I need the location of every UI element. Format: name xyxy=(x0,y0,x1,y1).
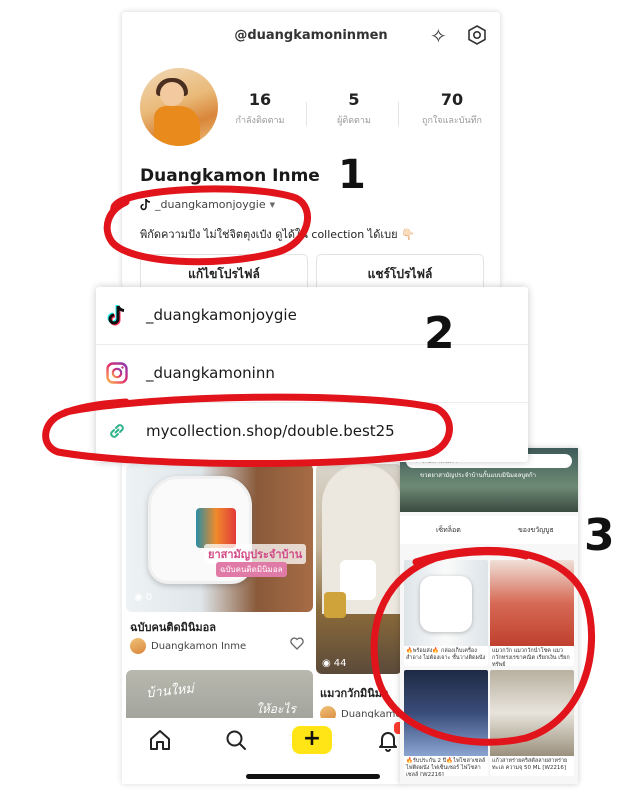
post-card-image[interactable]: ◉ 44 xyxy=(316,464,402,674)
annotation-number-3: 3 xyxy=(584,510,615,561)
annotation-number-2: 2 xyxy=(424,308,455,359)
link-row-tiktok[interactable]: _duangkamonjoygie xyxy=(96,287,528,345)
post-title[interactable]: ฉบับคนติดมินิมอล xyxy=(130,618,216,636)
shop-tab[interactable]: ของขวัญบูธ xyxy=(518,525,554,536)
link-chain-icon xyxy=(110,424,124,438)
shop-tab[interactable]: เซ็ทล็อต xyxy=(436,525,461,536)
shop-tabs: เซ็ทล็อต ของขวัญบูธ xyxy=(400,516,578,544)
product-card[interactable]: 🔥รับประกัน 2 ปี🔥ไฟโซล่าเซลล์ ไฟติดผนัง ไ… xyxy=(404,670,488,776)
tiktok-handle-label: _duangkamonjoygie xyxy=(155,198,266,211)
link-row-website[interactable]: mycollection.shop/double.best25 xyxy=(96,403,528,461)
sparkle-icon[interactable]: ✧ xyxy=(430,24,447,48)
home-icon[interactable] xyxy=(148,728,172,752)
avatar[interactable] xyxy=(140,68,218,146)
product-image xyxy=(490,670,574,756)
post-title[interactable]: แมวกวักมินิมอ xyxy=(320,684,389,702)
profile-bio: พิกัดความปัง ไม่ใช่จิตตุงเป๋ง ดูได้ใน co… xyxy=(140,228,415,241)
product-image xyxy=(404,670,488,756)
view-count: ◉ 44 xyxy=(322,658,347,669)
share-profile-button[interactable]: แชร์โปรไฟล์ xyxy=(316,254,484,287)
product-card[interactable]: 🔥พร้อมส่ง🔥 กล่องเก็บเครื่องสำอาง ไม่ต้อง… xyxy=(404,560,488,666)
tiktok-icon xyxy=(140,198,151,210)
product-card[interactable]: แก้วสาหร่ายคริสตัลลายสาหร่ายทะเล ความจุ … xyxy=(490,670,574,776)
link-row-instagram[interactable]: _duangkamoninn xyxy=(96,345,528,403)
website-link-text: mycollection.shop/double.best25 xyxy=(146,422,395,440)
profile-name: Duangkamon Inme xyxy=(140,166,320,186)
view-count: ◉ 0 xyxy=(134,592,153,603)
tiktok-link-toggle[interactable]: _duangkamonjoygie ▼ xyxy=(140,198,275,211)
product-title: 🔥พร้อมส่ง🔥 กล่องเก็บเครื่องสำอาง ไม่ต้อง… xyxy=(406,648,486,661)
product-image xyxy=(404,560,488,646)
product-card[interactable]: แมวกวัก แมวกวักนำโชค แมวกวักทรงเรขาคณิต … xyxy=(490,560,574,666)
caret-down-icon: ▼ xyxy=(269,200,275,209)
search-icon[interactable] xyxy=(224,728,248,752)
post-author[interactable]: Duangkamon Inme xyxy=(130,638,246,654)
profile-header-panel: @duangkamoninmen ✧ 16 กำลังติดตาม 5 ผู้ต… xyxy=(122,12,500,287)
instagram-link-text: _duangkamoninn xyxy=(146,364,275,382)
create-post-button[interactable]: + xyxy=(292,726,332,754)
home-indicator xyxy=(246,774,380,779)
shop-preview-panel: ขวดยาสามัญประจำบ้านกั้นแบบมินิมอลบูดก้า … xyxy=(400,448,578,784)
annotation-number-1: 1 xyxy=(338,152,366,198)
edit-profile-button[interactable]: แก้ไขโปรไฟล์ xyxy=(140,254,308,287)
product-image xyxy=(490,560,574,646)
social-links-panel: _duangkamonjoygie _duangkamoninn mycolle… xyxy=(96,287,528,462)
settings-hexagon-icon[interactable] xyxy=(467,25,487,45)
product-title: แมวกวัก แมวกวักนำโชค แมวกวักทรงเรขาคณิต … xyxy=(492,648,570,666)
following-stat[interactable]: 16 กำลังติดตาม xyxy=(214,90,306,127)
post-overlay-subtitle: ฉบับคนติดมินิมอล xyxy=(216,562,287,577)
bottom-tab-bar: + xyxy=(122,718,402,784)
instagram-icon xyxy=(106,362,128,384)
heart-icon[interactable] xyxy=(290,637,304,650)
shop-banner-caption: ขวดยาสามัญประจำบ้านกั้นแบบมินิมอลบูดก้า xyxy=(420,472,536,479)
tiktok-link-text: _duangkamonjoygie xyxy=(146,306,297,324)
profile-feed: ยาสามัญประจำบ้าน ฉบับคนติดมินิมอล ◉ 0 ฉบ… xyxy=(122,462,402,784)
product-title: 🔥รับประกัน 2 ปี🔥ไฟโซล่าเซลล์ ไฟติดผนัง ไ… xyxy=(406,758,486,776)
followers-stat[interactable]: 5 ผู้ติดตาม xyxy=(308,90,400,127)
post-overlay-title: ยาสามัญประจำบ้าน xyxy=(204,544,307,564)
product-title: แก้วสาหร่ายคริสตัลลายสาหร่ายทะเล ความจุ … xyxy=(492,758,568,771)
avatar xyxy=(130,638,146,654)
tiktok-icon xyxy=(107,305,125,326)
likes-saves-stat[interactable]: 70 ถูกใจและบันทึก xyxy=(406,90,498,127)
eye-icon: ◉ xyxy=(322,658,331,669)
eye-icon: ◉ xyxy=(134,592,143,603)
post-card-image[interactable]: ยาสามัญประจำบ้าน ฉบับคนติดมินิมอล ◉ 0 xyxy=(126,464,313,612)
